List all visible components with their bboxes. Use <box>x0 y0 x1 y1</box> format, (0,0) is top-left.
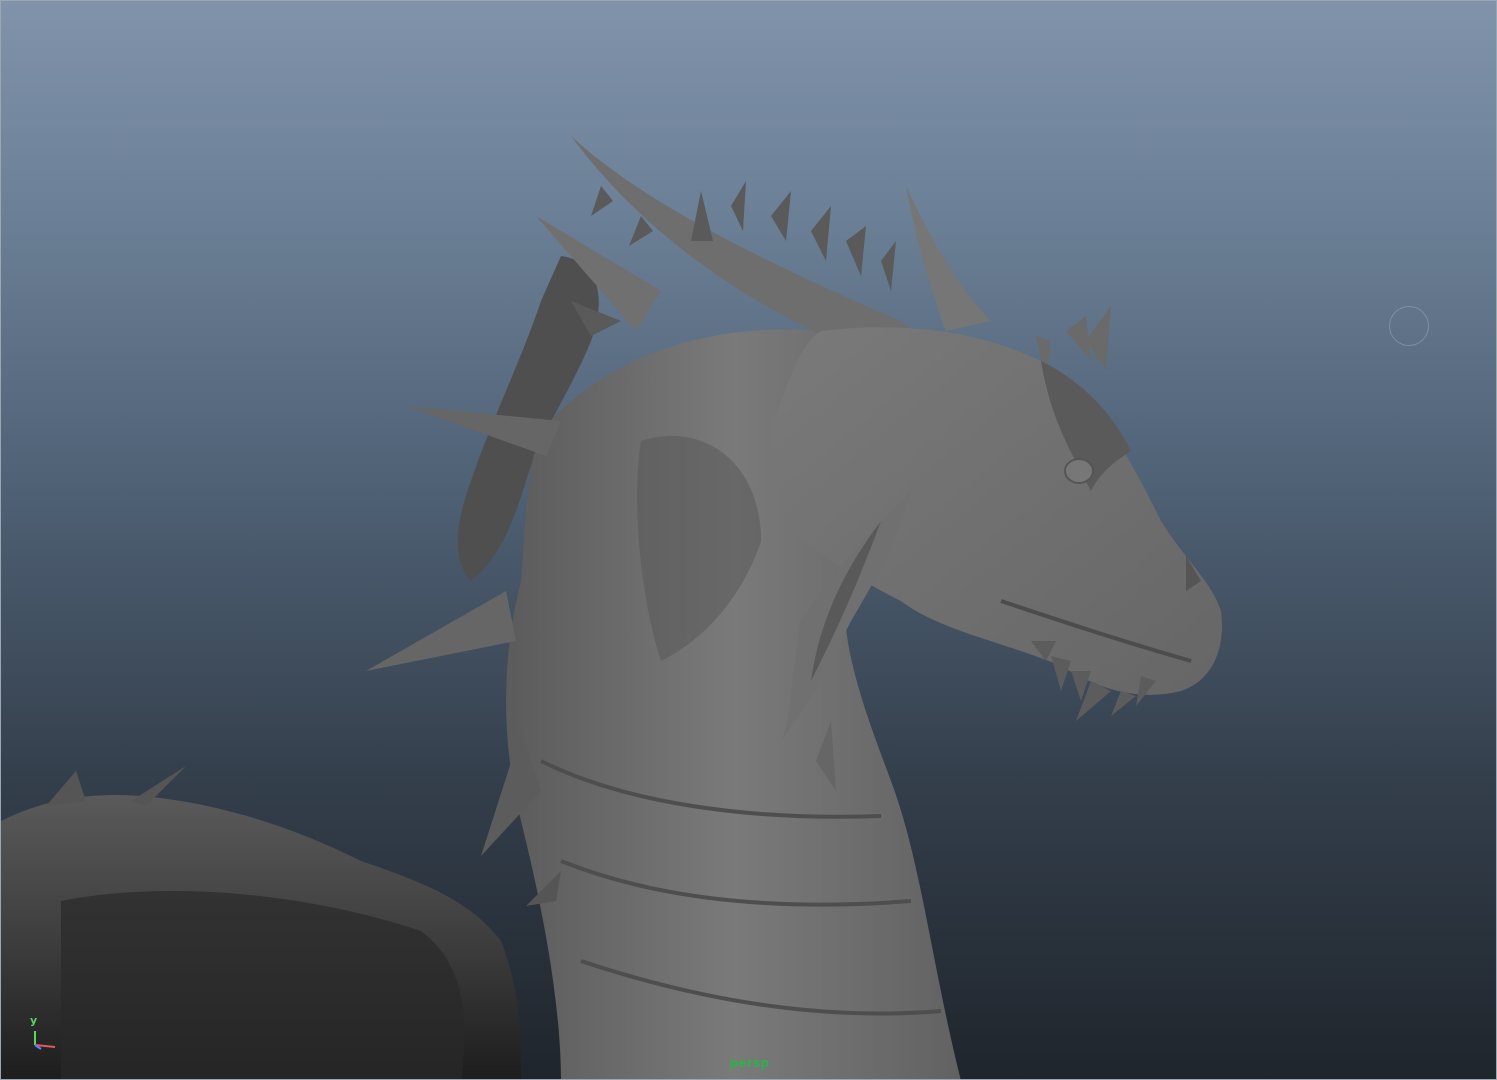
brow-horn <box>1086 306 1111 371</box>
maya-perspective-viewport[interactable]: y persp <box>0 0 1497 1080</box>
horn-chain <box>571 136 931 351</box>
dragon-model[interactable] <box>1 1 1497 1080</box>
axis-gizmo: y <box>27 1013 67 1053</box>
brow-horn <box>1066 316 1091 361</box>
eye <box>1064 458 1094 484</box>
axis-y-label: y <box>30 1014 38 1027</box>
neck-spike <box>366 591 516 671</box>
camera-name-label: persp <box>729 1056 770 1070</box>
view-cube-compass[interactable] <box>1389 306 1429 346</box>
body-spike <box>46 771 86 806</box>
head-horn <box>906 186 991 331</box>
